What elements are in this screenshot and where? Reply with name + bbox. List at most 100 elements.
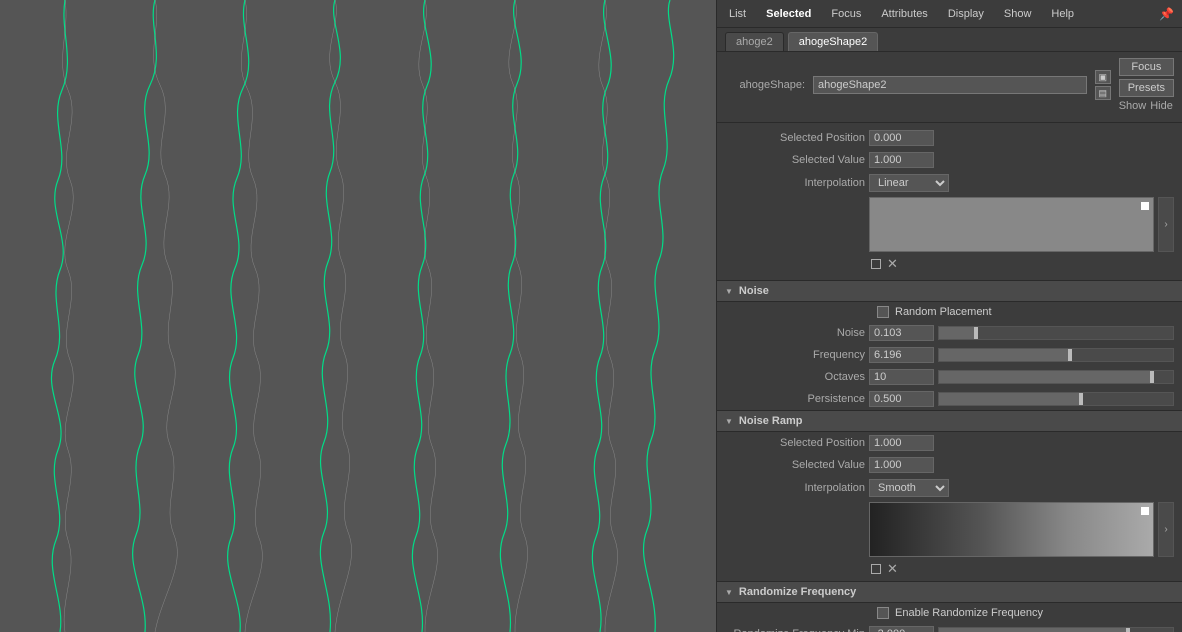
top-ramp-section: Selected Position Selected Value Interpo… [717,123,1182,280]
octaves-label: Octaves [725,371,865,383]
randomize-freq-triangle-icon: ▼ [725,588,733,597]
object-header: ahogeShape: ▣ ▤ Focus Presets Show Hide [717,52,1182,123]
noise-ramp-value-row: Selected Value [717,454,1182,476]
tabs-bar: ahoge2 ahogeShape2 [717,28,1182,52]
frequency-slider[interactable] [938,348,1174,362]
top-ramp-close[interactable]: ✕ [887,256,898,272]
randomize-freq-section-header[interactable]: ▼ Randomize Frequency [717,581,1182,603]
noise-ramp-value-label: Selected Value [725,459,865,471]
header-icon-group: ▣ ▤ [1095,70,1111,100]
persistence-row: Persistence [717,388,1182,410]
right-panel: List Selected Focus Attributes Display S… [716,0,1182,632]
tab-ahoge2[interactable]: ahoge2 [725,32,784,51]
randomize-freq-min-row: Randomize Frequency Min [717,623,1182,632]
show-label[interactable]: Show [1119,100,1147,112]
menu-focus[interactable]: Focus [827,6,865,22]
top-selected-position-label: Selected Position [725,132,865,144]
frequency-label: Frequency [725,349,865,361]
tab-ahogeshape2[interactable]: ahogeShape2 [788,32,879,51]
top-ramp-preview[interactable] [869,197,1154,252]
octaves-input[interactable] [869,369,934,385]
expand-icon[interactable]: ▣ [1095,70,1111,84]
randomize-freq-section-title: Randomize Frequency [739,586,856,598]
enable-randomize-freq-checkbox[interactable] [877,607,889,619]
noise-ramp-preview-row: › [717,500,1182,561]
random-placement-label: Random Placement [895,306,992,318]
noise-ramp-preview[interactable] [869,502,1154,557]
focus-button[interactable]: Focus [1119,58,1174,76]
enable-randomize-freq-row: Enable Randomize Frequency [717,603,1182,623]
noise-ramp-dot [871,564,881,574]
menu-help[interactable]: Help [1047,6,1078,22]
noise-value-row: Noise [717,322,1182,344]
noise-ramp-controls: ✕ [717,561,1182,581]
wavy-lines-display [0,0,716,632]
noise-ramp-handle [1141,507,1149,515]
top-ramp-handle [1141,202,1149,210]
object-name-input[interactable] [813,76,1087,94]
menu-bar: List Selected Focus Attributes Display S… [717,0,1182,28]
random-placement-checkbox[interactable] [877,306,889,318]
noise-value-input[interactable] [869,325,934,341]
menu-display[interactable]: Display [944,6,988,22]
top-selected-value-input[interactable] [869,152,934,168]
noise-ramp-interpolation-row: Interpolation Linear Smooth Spline Step [717,476,1182,500]
frequency-row: Frequency [717,344,1182,366]
top-interpolation-row: Interpolation Linear Smooth Spline Step [717,171,1182,195]
octaves-slider[interactable] [938,370,1174,384]
noise-ramp-section-header[interactable]: ▼ Noise Ramp [717,410,1182,432]
noise-ramp-position-label: Selected Position [725,437,865,449]
noise-ramp-interpolation-label: Interpolation [725,482,865,494]
top-selected-position-input[interactable] [869,130,934,146]
menu-show[interactable]: Show [1000,6,1036,22]
noise-ramp-section: ▼ Noise Ramp Selected Position Selected … [717,410,1182,581]
top-selected-position-row: Selected Position [717,127,1182,149]
random-placement-row: Random Placement [717,302,1182,322]
top-interpolation-select[interactable]: Linear Smooth Spline Step [869,174,949,192]
enable-randomize-freq-label: Enable Randomize Frequency [895,607,1043,619]
persistence-label: Persistence [725,393,865,405]
viewport [0,0,716,632]
noise-ramp-value-input[interactable] [869,457,934,473]
collapse-icon[interactable]: ▤ [1095,86,1111,100]
panel-content[interactable]: Selected Position Selected Value Interpo… [717,123,1182,632]
noise-ramp-spacer [725,502,865,557]
presets-button[interactable]: Presets [1119,79,1174,97]
frequency-input[interactable] [869,347,934,363]
noise-slider[interactable] [938,326,1174,340]
randomize-freq-min-input[interactable] [869,626,934,632]
top-ramp-preview-row: › [717,195,1182,256]
show-hide-group: Show Hide [1119,100,1174,112]
noise-ramp-close[interactable]: ✕ [887,561,898,577]
top-ramp-controls: ✕ [717,256,1182,276]
noise-triangle-icon: ▼ [725,287,733,296]
object-label: ahogeShape: [725,79,805,91]
top-ramp-dot [871,259,881,269]
octaves-row: Octaves [717,366,1182,388]
persistence-slider[interactable] [938,392,1174,406]
menu-attributes[interactable]: Attributes [877,6,931,22]
randomize-freq-section: ▼ Randomize Frequency Enable Randomize F… [717,581,1182,632]
noise-ramp-position-input[interactable] [869,435,934,451]
menu-selected[interactable]: Selected [762,6,815,22]
noise-section-title: Noise [739,285,769,297]
top-interpolation-label: Interpolation [725,177,865,189]
noise-ramp-interpolation-select[interactable]: Linear Smooth Spline Step [869,479,949,497]
noise-section-header[interactable]: ▼ Noise [717,280,1182,302]
noise-section: ▼ Noise Random Placement Noise Frequency [717,280,1182,410]
noise-label: Noise [725,327,865,339]
menu-list[interactable]: List [725,6,750,22]
top-ramp-spacer [725,197,865,252]
top-selected-value-label: Selected Value [725,154,865,166]
noise-ramp-section-title: Noise Ramp [739,415,803,427]
header-buttons: Focus Presets Show Hide [1119,58,1174,112]
top-ramp-arrow[interactable]: › [1158,197,1174,252]
noise-ramp-arrow[interactable]: › [1158,502,1174,557]
hide-label[interactable]: Hide [1150,100,1173,112]
randomize-freq-min-label: Randomize Frequency Min [725,628,865,632]
persistence-input[interactable] [869,391,934,407]
noise-ramp-position-row: Selected Position [717,432,1182,454]
pin-icon: 📌 [1159,7,1174,21]
top-selected-value-row: Selected Value [717,149,1182,171]
randomize-freq-min-slider[interactable] [938,627,1174,632]
